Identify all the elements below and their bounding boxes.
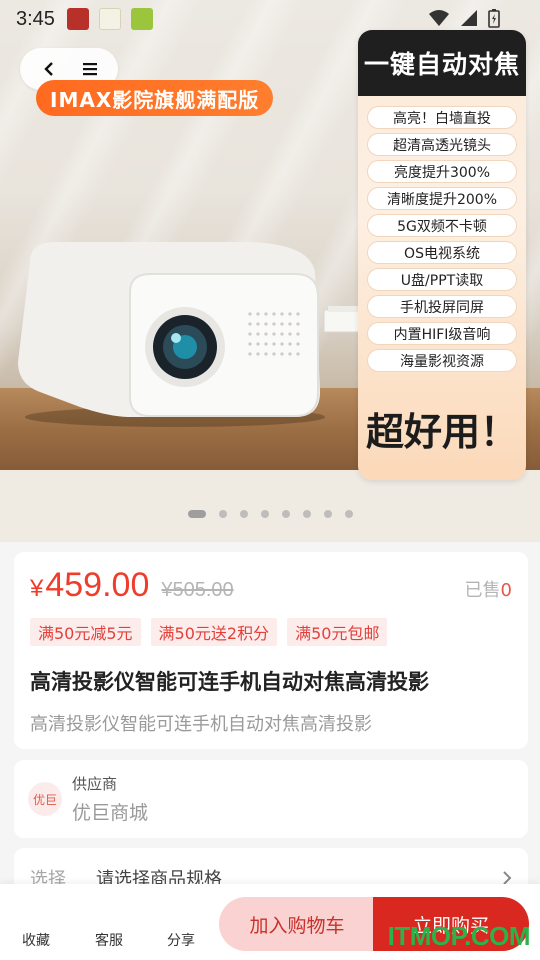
feature-item: 亮度提升300% [367,160,517,183]
battery-icon [488,9,500,28]
feature-item: 5G双频不卡顿 [367,214,517,237]
menu-icon [82,63,97,76]
feature-panel: 一键自动对焦 高亮！白墙直投 超清高透光镜头 亮度提升300% 清晰度提升200% 5G… [358,30,526,480]
feature-item: OS电视系统 [367,241,517,264]
original-price: ¥505.00 [161,579,234,601]
wifi-icon [429,10,449,26]
status-icons [428,8,500,28]
feature-item: 海量影视资源 [367,349,517,372]
bottom-action-bar: 收藏 客服 分享 加入购物车 立即购买 ITMOP.COM [0,884,540,960]
promo-tag: 满50元包邮 [287,618,388,646]
carousel-dot[interactable] [239,510,248,518]
currency-symbol: ¥ [30,575,44,602]
share-button[interactable]: 分享 [167,930,195,950]
table-front-decoration [0,470,540,542]
carousel-indicator [0,510,540,518]
add-to-cart-button[interactable]: 加入购物车 [219,897,375,951]
carousel-dot[interactable] [323,510,332,518]
projector-image [18,242,325,427]
price-card: ¥ 459.00 ¥505.00 已售0 满50元减5元 满50元送2积分 满50元… [14,552,528,749]
feature-panel-footer: 超好用！ [365,410,518,454]
edition-tag: IMAX影院旗舰满配版 [36,80,274,116]
promo-tag: 满50元减5元 [30,618,141,646]
current-price: 459.00 [45,566,150,604]
app-notification-icon [66,8,89,30]
customer-service-button[interactable]: 客服 [95,930,123,950]
feature-item: U盘/PPT读取 [367,268,517,291]
carousel-dot[interactable] [218,510,227,518]
feature-item: 手机投屏同屏 [367,295,517,318]
carousel-dot[interactable] [302,510,311,518]
feature-item: 清晰度提升200% [367,187,517,210]
supplier-avatar: 优巨 [28,782,62,816]
carousel-dot[interactable] [281,510,290,518]
carousel-dot[interactable] [260,510,269,518]
product-title: 高清投影仪智能可连手机自动对焦高清投影 [30,670,429,694]
promo-tags: 满50元减5元 满50元送2积分 满50元包邮 [30,618,512,646]
product-subtitle: 高清投影仪智能可连手机自动对焦高清投影 [30,714,372,735]
carousel-dot[interactable] [344,510,353,518]
feature-item: 高亮！白墙直投 [367,106,517,129]
promo-tag: 满50元送2积分 [150,618,278,646]
supplier-card[interactable]: 优巨 供应商 优巨商城 [14,760,528,838]
app-notification-icon [130,8,153,30]
supplier-info: 供应商 优巨商城 [72,773,148,825]
supplier-label: 供应商 [72,775,118,793]
price-row: ¥ 459.00 ¥505.00 已售0 [30,566,512,606]
status-time: 3:45 [16,7,55,30]
chevron-left-icon [43,62,53,76]
feature-list: 高亮！白墙直投 超清高透光镜头 亮度提升300% 清晰度提升200% 5G双频不卡顿 OS… [358,96,526,372]
feature-item: 内置HIFI级音响 [367,322,517,345]
feature-item: 超清高透光镜头 [367,133,517,156]
app-notification-icon [98,8,121,30]
sold-count: 已售0 [464,580,512,601]
documents-decoration [323,306,361,333]
favorite-button[interactable]: 收藏 [22,930,50,950]
feature-panel-title: 一键自动对焦 [358,30,526,96]
product-image-carousel[interactable]: 3:45 IMAX影院旗舰满配版 一键自动对焦 高亮！白墙直投 超清高透光镜头 亮度… [0,0,540,542]
carousel-dot[interactable] [187,510,206,518]
supplier-name: 优巨商城 [72,802,149,824]
site-watermark: ITMOP.COM [387,921,531,951]
signal-icon [461,10,477,26]
